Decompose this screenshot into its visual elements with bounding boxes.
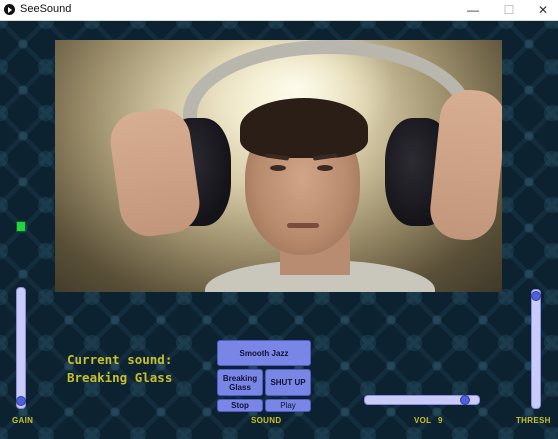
- mouth: [287, 223, 319, 228]
- window-title: SeeSound: [20, 3, 72, 15]
- app-play-icon: [4, 4, 15, 15]
- thresh-slider-knob[interactable]: [531, 291, 541, 302]
- minimize-button[interactable]: —: [456, 0, 490, 20]
- volume-slider-knob[interactable]: [460, 395, 471, 405]
- shut-up-button[interactable]: SHUT UP: [265, 369, 311, 396]
- volume-label: VOL: [414, 416, 432, 425]
- close-button[interactable]: ✕: [526, 0, 558, 20]
- title-bar: SeeSound — ☐ ✕: [0, 0, 558, 21]
- gain-slider[interactable]: [16, 287, 26, 409]
- detection-indicator: [16, 221, 26, 232]
- app-stage: Current sound: Breaking Glass Smooth Jaz…: [0, 21, 558, 439]
- webcam-feed: [55, 40, 502, 292]
- current-sound-display: Current sound: Breaking Glass: [67, 351, 172, 387]
- volume-value: 9: [438, 416, 443, 425]
- play-button[interactable]: Play: [265, 399, 311, 412]
- sound-label: SOUND: [251, 416, 282, 425]
- gain-slider-knob[interactable]: [16, 395, 26, 406]
- smooth-jazz-button[interactable]: Smooth Jazz: [217, 340, 311, 366]
- thresh-label: THRESH: [516, 416, 551, 425]
- current-sound-value: Breaking Glass: [67, 370, 173, 385]
- breaking-glass-button[interactable]: Breaking Glass: [217, 369, 263, 396]
- gain-label: GAIN: [12, 416, 34, 425]
- maximize-button[interactable]: ☐: [492, 0, 526, 20]
- current-sound-label: Current sound:: [67, 352, 173, 367]
- thresh-slider[interactable]: [531, 289, 541, 409]
- stop-button[interactable]: Stop: [217, 399, 263, 412]
- volume-slider[interactable]: [364, 395, 480, 405]
